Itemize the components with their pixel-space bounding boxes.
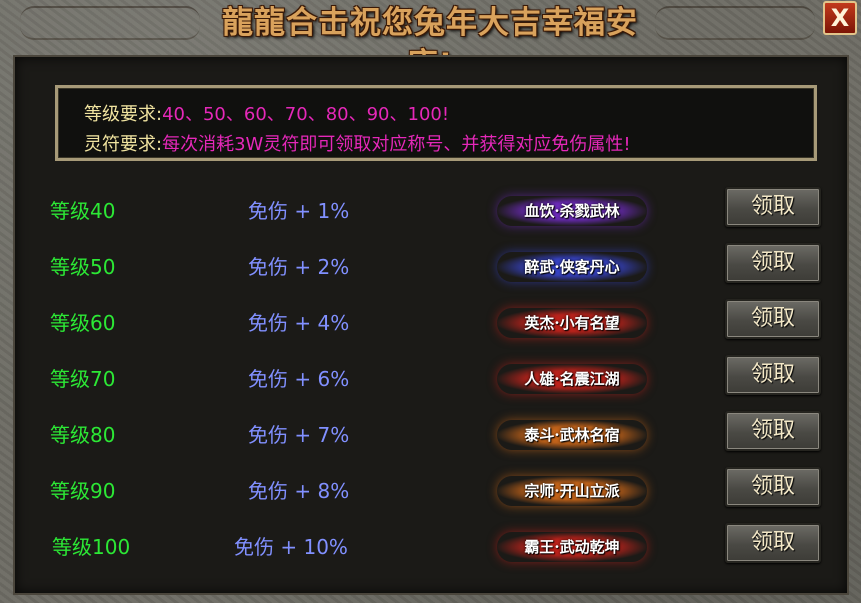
reward-row: 等级100 免伤 + 10% 霸王·武动乾坤 领取 <box>0 523 861 588</box>
reward-level: 等级100 <box>52 535 131 559</box>
reward-title-badge: 泰斗·武林名宿 <box>497 420 647 450</box>
rune-requirement-value: 每次消耗3W灵符即可领取对应称号、并获得对应免伤属性! <box>162 134 631 155</box>
reward-level: 等级40 <box>50 199 116 223</box>
reward-level: 等级60 <box>50 311 116 335</box>
claim-button[interactable]: 领取 <box>725 187 821 227</box>
rune-requirement-label: 灵符要求: <box>84 134 163 155</box>
reward-title-badge: 血饮·杀戮武林 <box>497 196 647 226</box>
claim-button[interactable]: 领取 <box>725 243 821 283</box>
reward-title-badge: 宗师·开山立派 <box>497 476 647 506</box>
reward-damage-reduction: 免伤 + 10% <box>234 535 348 559</box>
level-requirement-value: 40、50、60、70、80、90、100! <box>162 104 450 125</box>
title-ornament-right <box>655 6 815 40</box>
claim-button[interactable]: 领取 <box>725 411 821 451</box>
level-requirement-label: 等级要求: <box>84 104 163 125</box>
reward-level: 等级50 <box>50 255 116 279</box>
reward-title-badge: 霸王·武动乾坤 <box>497 532 647 562</box>
reward-damage-reduction: 免伤 + 1% <box>248 199 350 223</box>
rune-requirement: 灵符要求:每次消耗3W灵符即可领取对应称号、并获得对应免伤属性! <box>84 130 631 156</box>
close-button[interactable]: X <box>823 1 857 35</box>
claim-button[interactable]: 领取 <box>725 355 821 395</box>
title-ornament-left <box>20 6 200 40</box>
reward-title-badge: 人雄·名震江湖 <box>497 364 647 394</box>
reward-damage-reduction: 免伤 + 8% <box>248 479 350 503</box>
reward-damage-reduction: 免伤 + 7% <box>248 423 350 447</box>
reward-damage-reduction: 免伤 + 6% <box>248 367 350 391</box>
reward-level: 等级70 <box>50 367 116 391</box>
dialog-title: 龍龍合击祝您兔年大吉幸福安康! <box>222 5 638 83</box>
requirement-notice: 等级要求:40、50、60、70、80、90、100! 灵符要求:每次消耗3W灵… <box>55 85 817 161</box>
claim-button[interactable]: 领取 <box>725 467 821 507</box>
dialog-frame: 龍龍合击祝您兔年大吉幸福安康! X 等级要求:40、50、60、70、80、90… <box>0 0 861 603</box>
reward-damage-reduction: 免伤 + 2% <box>248 255 350 279</box>
level-requirement: 等级要求:40、50、60、70、80、90、100! <box>84 100 449 126</box>
reward-damage-reduction: 免伤 + 4% <box>248 311 350 335</box>
reward-level: 等级90 <box>50 479 116 503</box>
reward-title-badge: 醉武·侠客丹心 <box>497 252 647 282</box>
claim-button[interactable]: 领取 <box>725 299 821 339</box>
reward-level: 等级80 <box>50 423 116 447</box>
reward-title-badge: 英杰·小有名望 <box>497 308 647 338</box>
claim-button[interactable]: 领取 <box>725 523 821 563</box>
